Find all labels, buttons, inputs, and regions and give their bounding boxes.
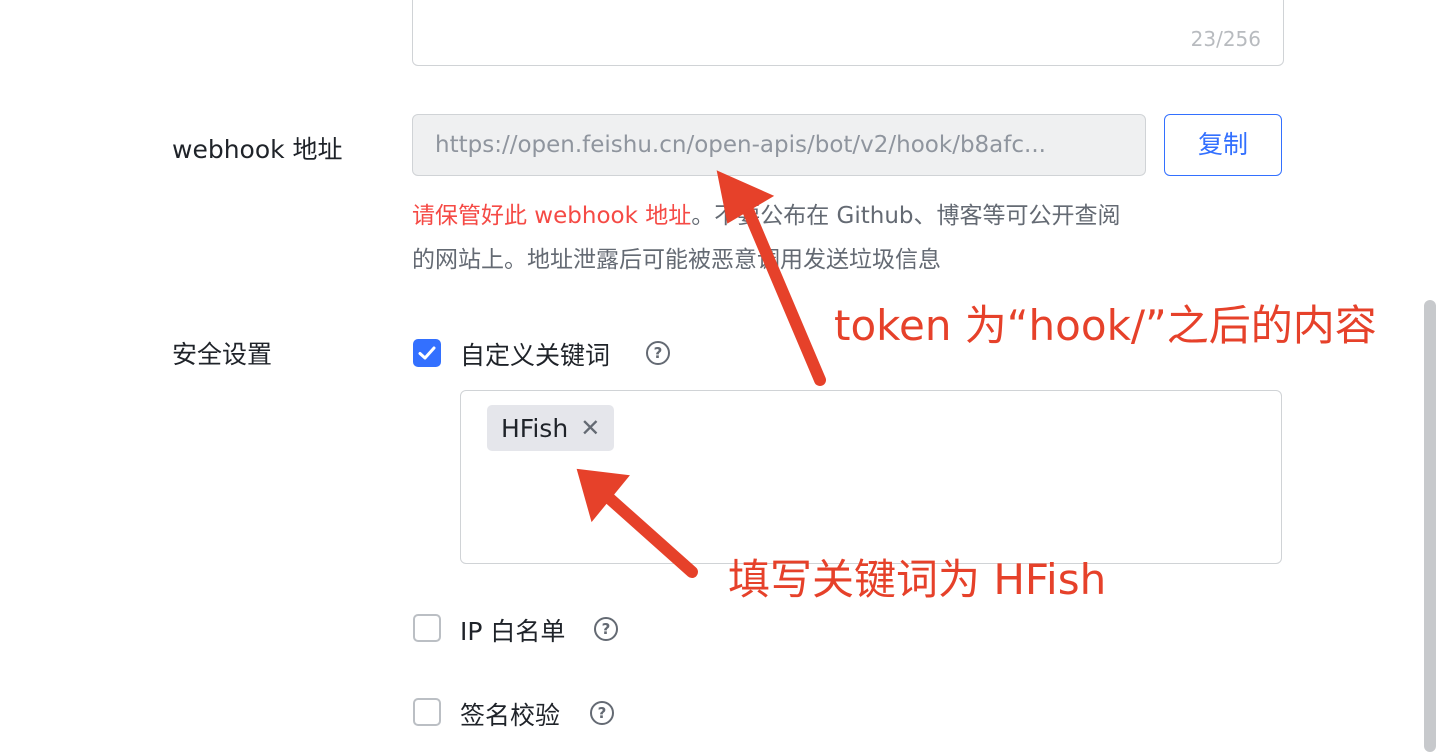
keyword-annotation: 填写关键词为 HFish [728,555,1107,604]
arrow-to-webhook [716,170,826,386]
token-annotation: token 为“hook/”之后的内容 [834,301,1377,350]
arrow-to-keyword-tag [576,468,698,578]
vertical-scrollbar[interactable] [1424,300,1436,752]
annotation-arrows [576,170,826,578]
